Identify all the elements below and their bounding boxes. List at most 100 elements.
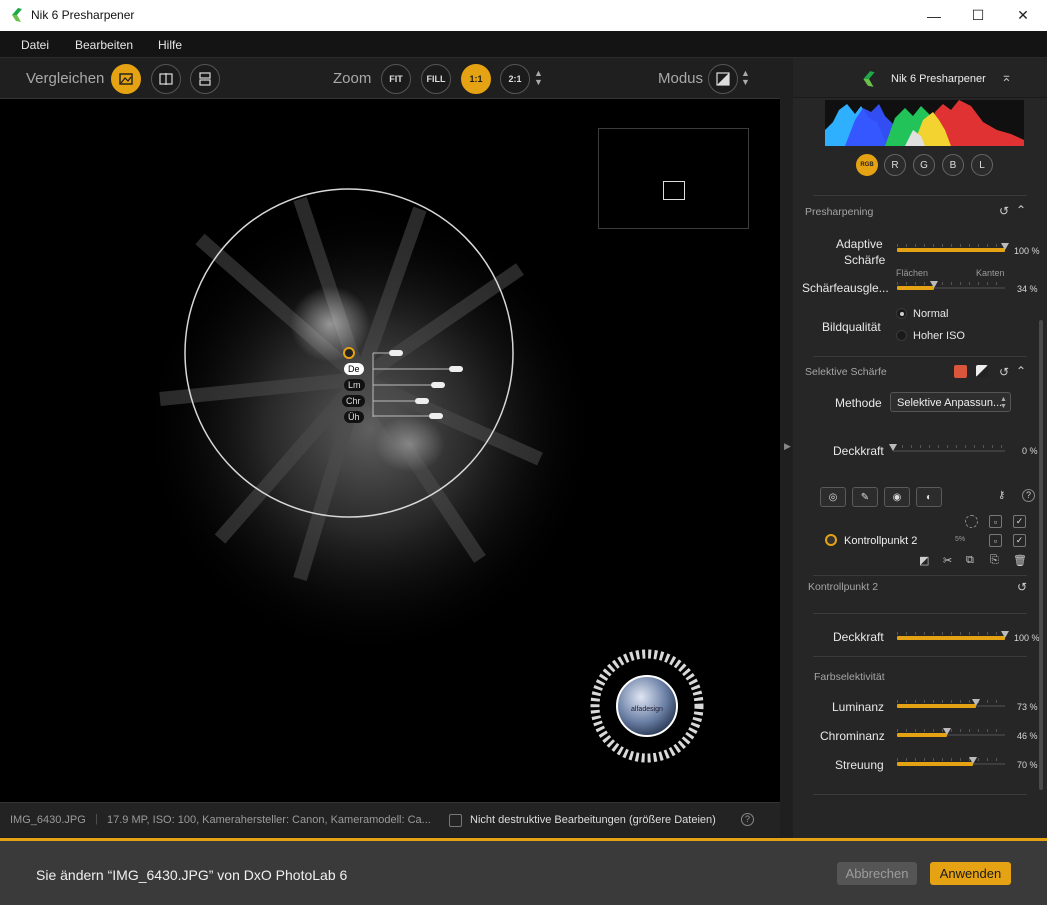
close-button[interactable]: ✕ — [1000, 0, 1046, 31]
chevron-up-icon[interactable]: ⌃ — [1016, 203, 1026, 217]
navigator-viewport[interactable] — [663, 181, 685, 200]
balance-slider[interactable] — [897, 281, 1005, 294]
reset-icon[interactable]: ↺ — [999, 365, 1009, 379]
menu-bearbeiten[interactable]: Bearbeiten — [75, 38, 133, 52]
method-select[interactable]: Selektive Anpassun... ▲ ▼ — [890, 392, 1011, 412]
selective-opacity-slider[interactable] — [889, 444, 1005, 457]
global-mask-checkbox[interactable]: ▫ — [989, 515, 1002, 528]
cp-opacity-slider[interactable] — [897, 631, 1009, 644]
divider — [813, 356, 1027, 357]
reset-icon[interactable]: ↺ — [1017, 580, 1027, 594]
zoom-fit-button[interactable]: FIT — [381, 64, 411, 94]
balance-label: Schärfeausgle... — [802, 281, 889, 295]
cp-label-chr[interactable]: Chr — [342, 395, 365, 407]
quality-high-iso-radio[interactable] — [896, 330, 907, 341]
toolbar: Vergleichen Zoom FIT FILL 1:1 2:1 ▲ ▼ Mod… — [0, 58, 780, 99]
chroma-slider[interactable] — [897, 728, 1005, 741]
split-view-icon — [159, 73, 173, 85]
quality-high-iso-label[interactable]: Hoher ISO — [913, 330, 965, 342]
minimize-button[interactable]: — — [911, 0, 957, 31]
control-point-icon: ◎ — [828, 491, 838, 503]
quality-normal-label[interactable]: Normal — [913, 308, 948, 320]
mask-icon[interactable]: ◩ — [919, 554, 929, 567]
nondestructive-label[interactable]: Nicht destruktive Bearbeitungen (größere… — [470, 814, 716, 826]
presharpening-title[interactable]: Presharpening — [805, 206, 873, 218]
menu-hilfe[interactable]: Hilfe — [158, 38, 182, 52]
zoom-fill-button[interactable]: FILL — [421, 64, 451, 94]
mode-button[interactable] — [708, 64, 738, 94]
collapse-panel-icon[interactable]: ⌅ — [1001, 69, 1012, 85]
apply-button[interactable]: Anwenden — [930, 862, 1011, 885]
compare-label: Vergleichen — [26, 70, 105, 87]
mode-stepper-icon[interactable]: ▲ ▼ — [741, 69, 750, 87]
zoom-stepper-icon[interactable]: ▲ ▼ — [534, 69, 543, 87]
chevron-up-icon[interactable]: ⌃ — [1016, 364, 1026, 378]
control-point-sliders[interactable] — [349, 349, 469, 424]
brush-button[interactable]: ✎ — [852, 487, 878, 507]
half-contrast-icon — [716, 72, 730, 86]
menu-datei[interactable]: Datei — [21, 38, 49, 52]
selective-opacity-value: 0 % — [1022, 446, 1038, 456]
channel-b[interactable]: B — [942, 154, 964, 176]
cp-label-uh[interactable]: Üh — [344, 411, 364, 423]
channel-l[interactable]: L — [971, 154, 993, 176]
navigator-thumbnail[interactable] — [598, 128, 749, 229]
color-swatch[interactable] — [954, 365, 967, 378]
cp-label-lm[interactable]: Lm — [344, 379, 365, 391]
channel-g[interactable]: G — [913, 154, 935, 176]
cp-mask-checkbox[interactable]: ▫ — [989, 534, 1002, 547]
spread-label: Streuung — [835, 758, 884, 772]
channel-rgb[interactable]: RGB — [856, 154, 878, 176]
gradient-button[interactable]: ◐ — [916, 487, 942, 507]
help-icon[interactable]: ? — [741, 813, 754, 826]
channel-r[interactable]: R — [884, 154, 906, 176]
cancel-button[interactable]: Abbrechen — [837, 862, 917, 885]
trash-icon[interactable]: 🗑 — [1013, 554, 1027, 567]
cut-icon[interactable]: ✂ — [943, 554, 952, 567]
cp-section-title[interactable]: Kontrollpunkt 2 — [808, 581, 878, 593]
global-enable-checkbox[interactable]: ✓ — [1013, 515, 1026, 528]
quality-normal-radio[interactable] — [896, 308, 907, 319]
histogram — [825, 100, 1024, 146]
brush-icon: ✎ — [860, 491, 870, 503]
reset-icon[interactable]: ↺ — [999, 204, 1009, 218]
chroma-label: Chrominanz — [820, 729, 885, 743]
help-icon[interactable]: ? — [1022, 489, 1035, 502]
nondestructive-checkbox[interactable] — [449, 814, 462, 827]
adaptive-sharpness-slider[interactable] — [897, 243, 1009, 256]
zoom-2-1-button[interactable]: 2:1 — [500, 64, 530, 94]
cp-opacity-value: 100 % — [1014, 633, 1040, 643]
mask-toggle-icon[interactable] — [975, 364, 989, 378]
key-settings-icon[interactable]: ⚷ — [998, 490, 1005, 501]
eye-button[interactable]: ◉ — [884, 487, 910, 507]
cp-list-pct: 5% — [955, 536, 966, 543]
copy-icon[interactable]: ⧉ — [966, 554, 974, 567]
cp-list-name[interactable]: Kontrollpunkt 2 — [844, 535, 917, 547]
adaptive-label-2: Schärfe — [844, 253, 886, 267]
zoom-1-1-button[interactable]: 1:1 — [461, 64, 491, 94]
compare-split-button[interactable] — [151, 64, 181, 94]
cp-enable-checkbox[interactable]: ✓ — [1013, 534, 1026, 547]
paste-icon[interactable]: ⎘ — [990, 554, 999, 567]
panel-toggle-icon[interactable]: ▶ — [784, 441, 791, 452]
divider — [813, 794, 1027, 795]
luminance-slider[interactable] — [897, 699, 1005, 712]
stacked-view-icon — [199, 72, 211, 86]
selective-title[interactable]: Selektive Schärfe — [805, 366, 887, 378]
cp-label-de[interactable]: De — [344, 363, 364, 375]
panel-scrollbar[interactable] — [1039, 320, 1043, 790]
kanten-label: Kanten — [976, 268, 1005, 278]
divider — [813, 613, 1027, 614]
compare-single-button[interactable] — [111, 64, 141, 94]
image-canvas[interactable]: De Lm Chr Üh alfadesign — [0, 99, 780, 802]
add-control-point-button[interactable]: ◎ — [820, 487, 846, 507]
divider — [813, 195, 1027, 196]
compare-stacked-button[interactable] — [190, 64, 220, 94]
balance-value: 34 % — [1017, 284, 1038, 294]
global-selection-icon[interactable] — [965, 515, 978, 528]
eye-icon: ◉ — [892, 491, 902, 503]
cp-opacity-label: Deckkraft — [833, 630, 884, 644]
nik-logo-icon — [863, 71, 875, 87]
spread-slider[interactable] — [897, 757, 1005, 770]
maximize-button[interactable]: ☐ — [955, 0, 1001, 31]
